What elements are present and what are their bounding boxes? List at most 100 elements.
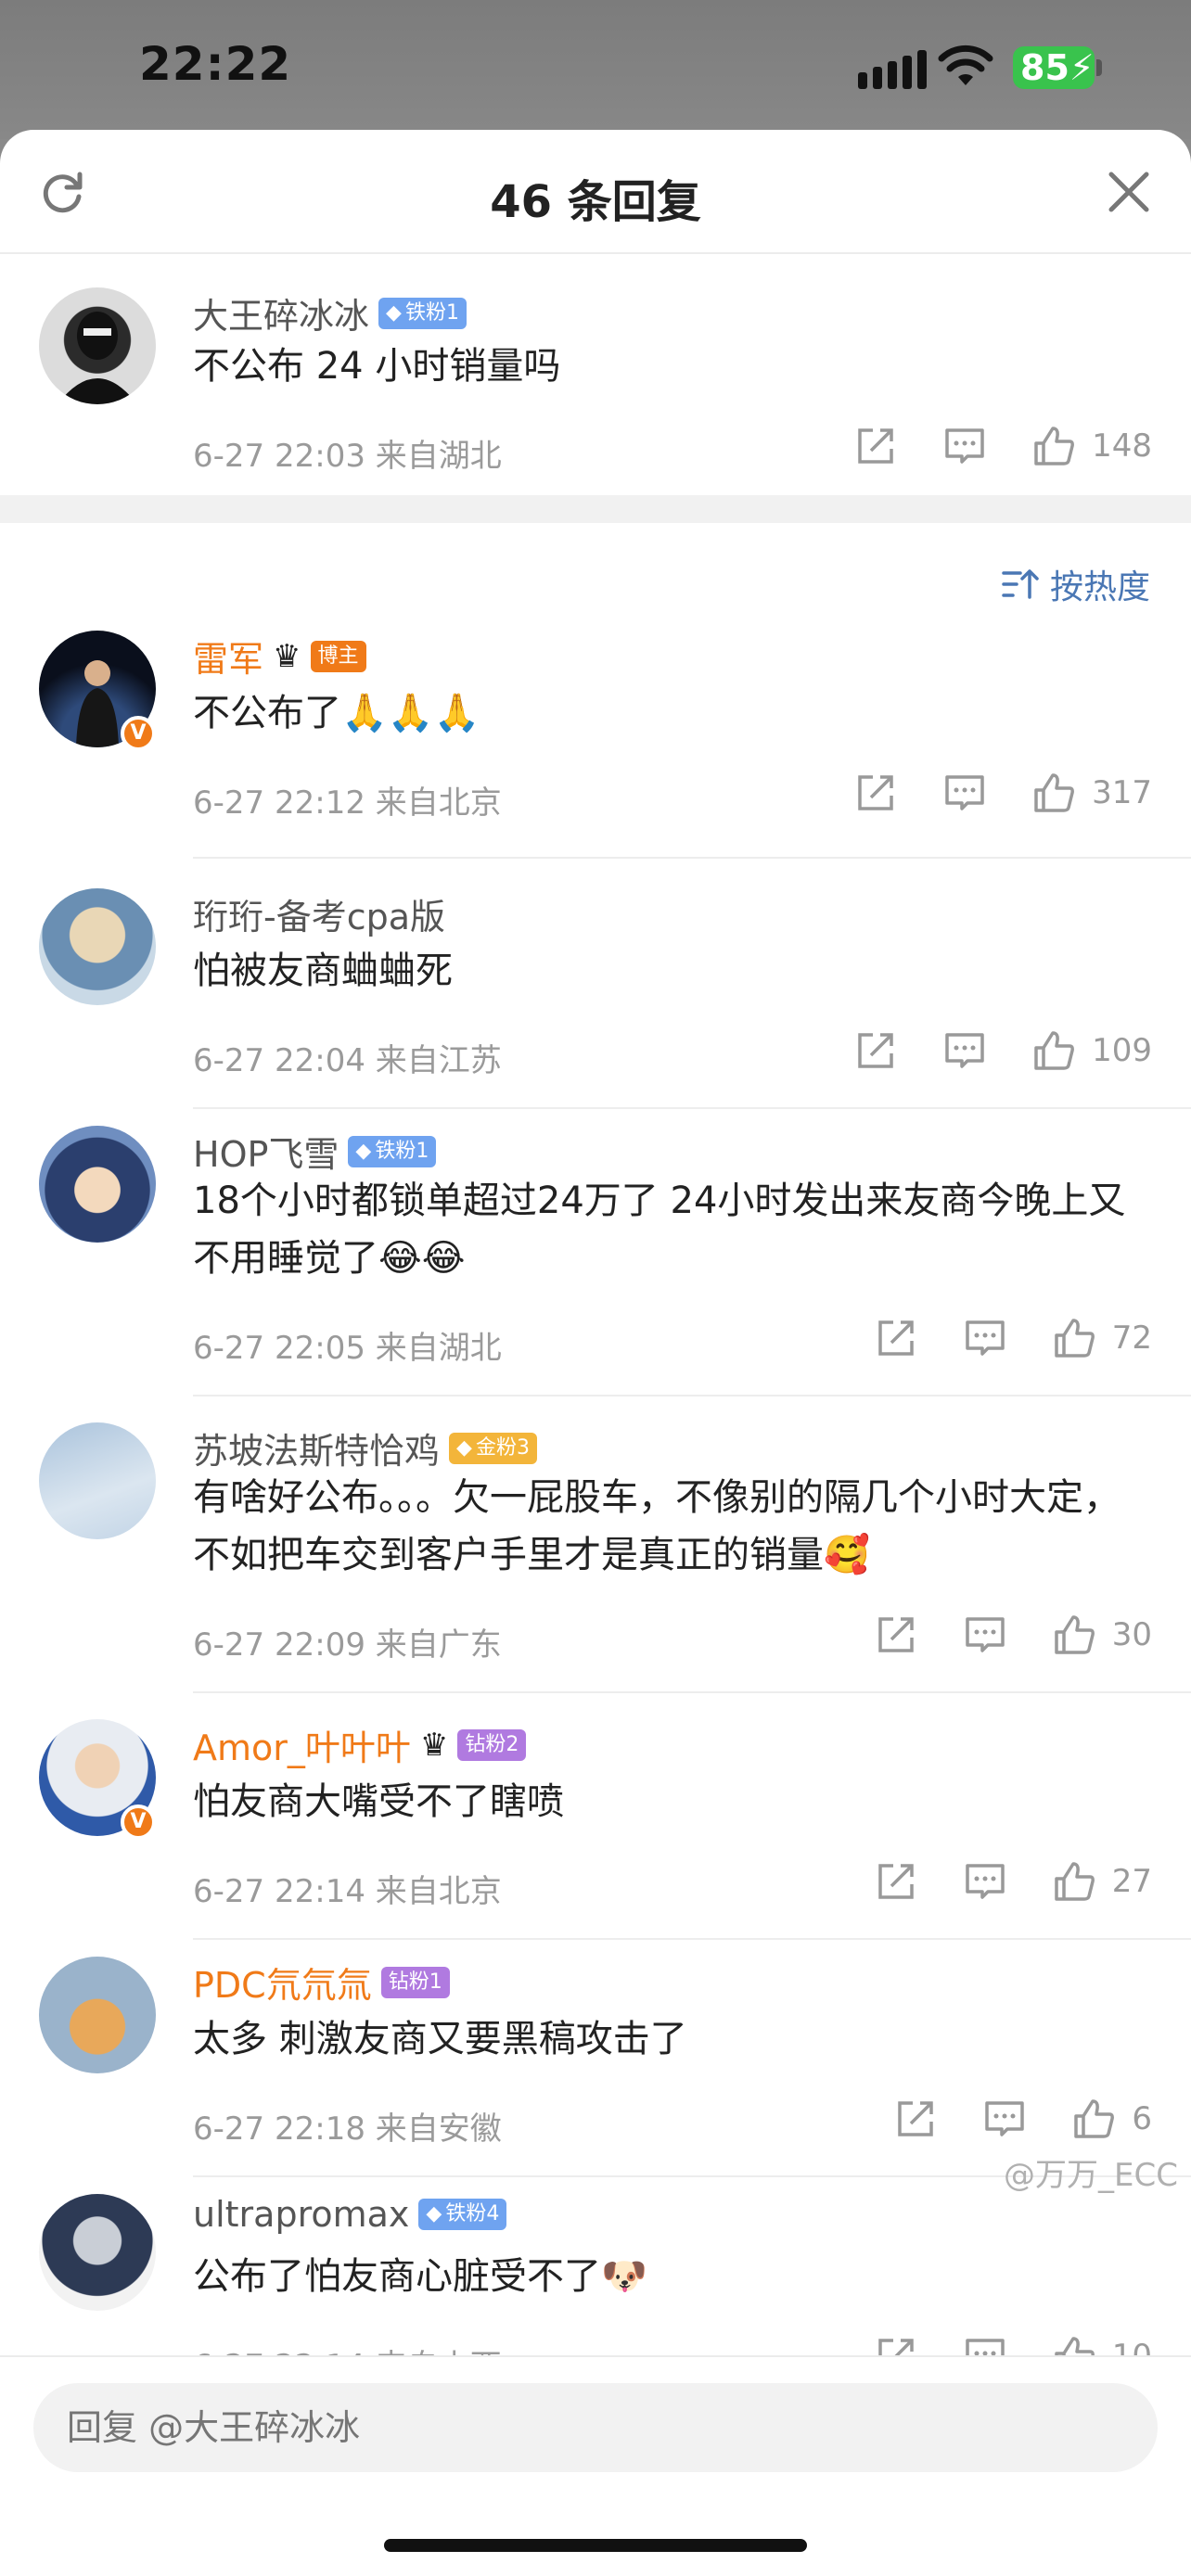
username[interactable]: HOP飞雪 — [193, 1126, 339, 1177]
fan-badge-label: 铁粉1 — [375, 1139, 429, 1163]
sheet-header: 46 条回复 — [0, 130, 1191, 254]
thumbs-up-icon — [1074, 2099, 1115, 2138]
comment-meta: 6-27 22:14 来自北京 — [193, 1866, 502, 1911]
username[interactable]: 雷军 — [193, 631, 263, 682]
comment-meta: 6-27 22:04 来自江苏 — [193, 1035, 502, 1080]
fan-badge-label: 金粉3 — [475, 1435, 530, 1460]
like-button[interactable]: 30 — [1053, 1613, 1152, 1656]
diamond-icon: ◆ — [426, 2202, 442, 2225]
home-indicator — [384, 2539, 807, 2552]
comment-location: 来自江苏 — [375, 1042, 502, 1079]
avatar[interactable] — [39, 888, 156, 1005]
root-comment: 大王碎冰冰 ◆ 铁粉1 不公布 24 小时销量吗 6-27 22:03 来自湖北 … — [0, 254, 1191, 495]
avatar[interactable] — [39, 1422, 156, 1539]
username[interactable]: 大王碎冰冰 — [193, 287, 369, 338]
comment-icon[interactable] — [964, 1860, 1006, 1903]
battery-level: 85 — [1020, 47, 1069, 88]
share-icon[interactable] — [875, 1860, 917, 1903]
thumbs-up-icon — [1054, 1319, 1095, 1358]
like-button[interactable]: 148 — [1032, 425, 1152, 467]
username[interactable]: 珩珩-备考cpa版 — [193, 888, 445, 939]
divider — [193, 857, 1191, 859]
comment-location: 来自北京 — [375, 1873, 502, 1910]
comment-time: 6-27 22:05 — [193, 1330, 365, 1367]
diamond-icon: ◆ — [386, 300, 402, 325]
like-count: 148 — [1092, 427, 1152, 465]
comment-meta: 6-27 22:18 来自安徽 — [193, 2103, 502, 2149]
like-button[interactable]: 72 — [1053, 1317, 1152, 1359]
battery-icon: 85⚡ — [1013, 46, 1095, 89]
verified-badge: V — [121, 716, 156, 751]
like-button[interactable]: 27 — [1053, 1860, 1152, 1903]
fan-badge: 钻粉2 — [457, 1728, 527, 1761]
comment-text: 不公布 24 小时销量吗 — [193, 345, 561, 388]
comment-location: 来自湖北 — [375, 1330, 502, 1367]
share-icon[interactable] — [854, 425, 897, 467]
comment-text: 公布了怕友商心脏受不了🐶 — [193, 2255, 647, 2298]
comment-text: 有啥好公布。。。欠一屁股车，不像别的隔几个小时大定，不如把车交到客户手里才是真正… — [193, 1476, 1121, 1576]
diamond-icon: ◆ — [456, 1435, 472, 1460]
comment-time: 6-27 22:09 — [193, 1626, 365, 1664]
comment-location: 来自湖北 — [375, 438, 502, 475]
comment-location: 来自安徽 — [375, 2111, 502, 2148]
fan-badge-label: 铁粉4 — [445, 2202, 500, 2225]
sort-toggle[interactable]: 按热度 — [1002, 560, 1150, 608]
wifi-icon — [938, 45, 993, 85]
like-button[interactable]: 6 — [1072, 2098, 1152, 2140]
avatar[interactable] — [39, 1126, 156, 1243]
username[interactable]: PDC氘氘氚 — [193, 1957, 372, 2008]
section-divider — [0, 495, 1191, 523]
share-icon[interactable] — [854, 1029, 897, 1072]
comment-icon[interactable] — [943, 772, 986, 814]
avatar[interactable] — [39, 287, 156, 404]
comment-text: 怕被友商蛐蛐死 — [193, 950, 453, 992]
avatar[interactable] — [39, 1957, 156, 2073]
like-button[interactable]: 317 — [1032, 772, 1152, 814]
comment-time: 6-27 22:12 — [193, 784, 365, 822]
watermark: @万万_ECC — [1004, 2157, 1178, 2194]
close-icon[interactable] — [1106, 169, 1152, 215]
crown-icon: ♛ — [273, 637, 301, 675]
thumbs-up-icon — [1034, 773, 1075, 812]
comment-meta: 6-27 22:09 来自广东 — [193, 1619, 502, 1664]
battery-tip — [1096, 59, 1102, 76]
reply-input[interactable] — [33, 2383, 1158, 2472]
thumbs-up-icon — [1034, 427, 1075, 465]
diamond-icon: ◆ — [355, 1139, 372, 1163]
crown-icon: ♛ — [419, 1726, 449, 1764]
like-count: 27 — [1111, 1863, 1152, 1900]
comment-icon[interactable] — [983, 2098, 1026, 2140]
comment-time: 6-27 22:03 — [193, 438, 365, 475]
share-icon[interactable] — [875, 1317, 917, 1359]
divider — [193, 1938, 1191, 1940]
like-count: 317 — [1092, 774, 1152, 811]
username[interactable]: 苏坡法斯特恰鸡 — [193, 1422, 440, 1473]
cellular-signal-icon — [858, 48, 927, 89]
fan-badge: 钻粉1 — [380, 1966, 450, 1998]
fan-badge: ◆ 金粉3 — [449, 1432, 537, 1464]
like-button[interactable]: 109 — [1032, 1029, 1152, 1072]
comment-meta: 6-27 22:05 来自湖北 — [193, 1322, 502, 1368]
reply-item: 珩珩-备考cpa版 怕被友商蛐蛐死 6-27 22:04 来自江苏 109 — [0, 888, 1191, 1126]
like-count: 30 — [1111, 1616, 1152, 1653]
comment-meta: 6-27 22:03 来自湖北 — [193, 430, 502, 476]
comment-time: 6-27 22:18 — [193, 2111, 365, 2148]
share-icon[interactable] — [894, 2098, 937, 2140]
comment-icon[interactable] — [964, 1613, 1006, 1656]
username[interactable]: ultrapromax — [193, 2194, 409, 2235]
comment-icon[interactable] — [964, 1317, 1006, 1359]
username[interactable]: Amor_叶叶叶 — [193, 1719, 411, 1770]
comment-icon[interactable] — [943, 425, 986, 467]
thumbs-up-icon — [1034, 1031, 1075, 1070]
divider — [193, 1107, 1191, 1109]
comment-location: 来自北京 — [375, 784, 502, 822]
share-icon[interactable] — [875, 1613, 917, 1656]
avatar[interactable] — [39, 2194, 156, 2311]
thumbs-up-icon — [1054, 1862, 1095, 1901]
comment-icon[interactable] — [943, 1029, 986, 1072]
status-bar: 22:22 85⚡ — [0, 0, 1191, 139]
fan-badge: ◆ 铁粉1 — [348, 1135, 437, 1167]
fan-badge-label: 铁粉1 — [404, 300, 459, 325]
share-icon[interactable] — [854, 772, 897, 814]
like-count: 109 — [1092, 1032, 1152, 1069]
